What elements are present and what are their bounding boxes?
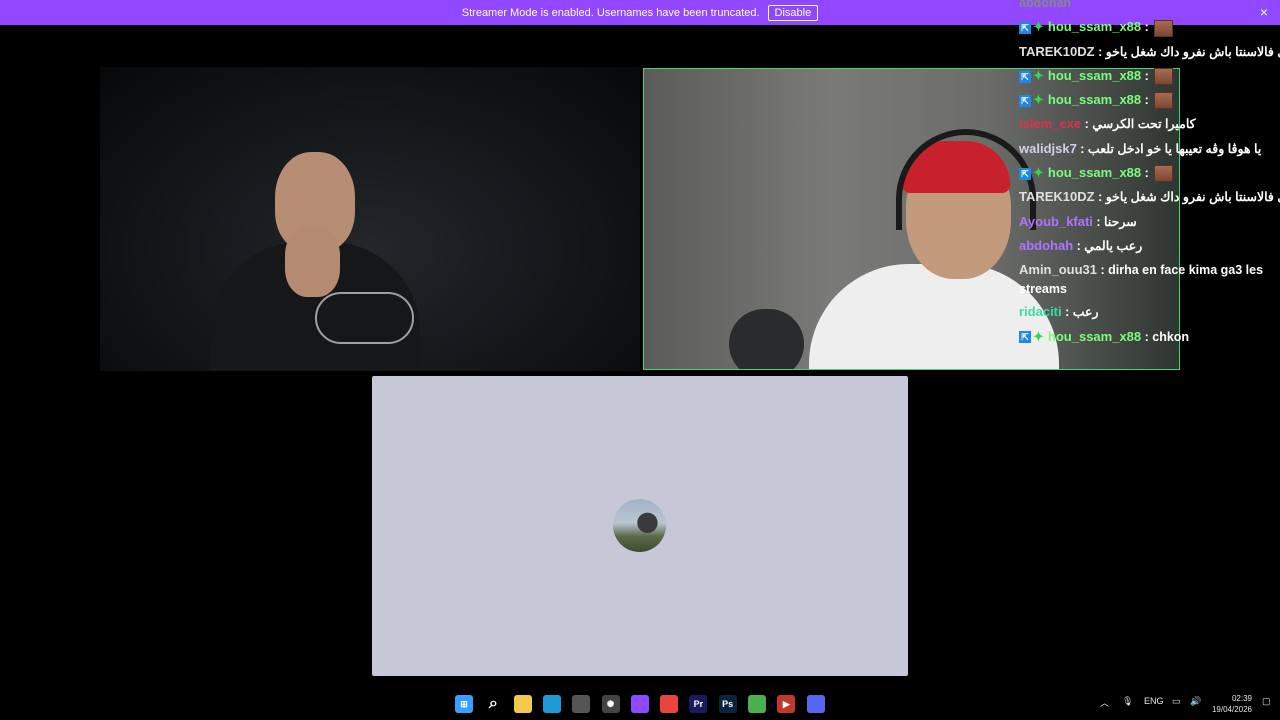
chat-username[interactable]: hou_ssam_x88 <box>1048 92 1141 107</box>
notifications-icon[interactable]: ▢ <box>1262 696 1271 707</box>
chat-username[interactable]: TAREK10DZ <box>1019 189 1095 204</box>
chat-emote <box>1154 68 1174 86</box>
chat-text: رعب <box>1072 305 1099 320</box>
chat-emote <box>1154 92 1174 110</box>
vip-badge-icon: ✦ <box>1033 67 1044 83</box>
chat-separator: : <box>1141 166 1153 181</box>
chat-username[interactable]: hou_ssam_x88 <box>1048 329 1141 344</box>
chat-username[interactable]: ridaciti <box>1019 304 1062 319</box>
chat-message: ⇱ ✦ hou_ssam_x88 : <box>1019 64 1279 88</box>
tray-chevron-icon[interactable]: ︿ <box>1100 696 1109 709</box>
subscriber-badge-icon: ⇱ <box>1019 331 1031 344</box>
chat-username[interactable]: walidjsk7 <box>1019 141 1077 156</box>
chat-separator: : <box>1076 141 1088 156</box>
chat-username[interactable]: islem_exe <box>1019 116 1081 131</box>
chat-separator: : <box>1097 263 1109 278</box>
chat-separator: : <box>1141 329 1153 344</box>
chat-message: ⇱ ✦ hou_ssam_x88 : <box>1019 15 1279 39</box>
twitch-icon[interactable] <box>630 695 649 713</box>
chat-message: walidjsk7 : يا هوڨا وڨه تعيبها يا خو ادخ… <box>1019 137 1279 161</box>
subscriber-badge-icon: ⇱ <box>1019 94 1031 107</box>
chat-username[interactable]: abdohah <box>1019 238 1073 253</box>
chat-text: chkon <box>1152 329 1190 344</box>
chat-text: اكسيبيتي فالاسنتا باش نفرو داك شغل ياخو <box>1105 190 1280 205</box>
chat-text: رعب يالمي <box>1084 238 1143 253</box>
streamer-mode-text: Streamer Mode is enabled. Usernames have… <box>461 6 760 19</box>
chat-overlay: abdohah ⇱✦hou_ssam_x88 : TAREK10DZ : اكس… <box>1019 0 1280 349</box>
chatgpt-icon[interactable]: ✺ <box>601 695 620 713</box>
chat-message: islem_exe : كاميرا تحت الكرسي <box>1019 112 1279 136</box>
vip-badge-icon: ✦ <box>1033 19 1044 35</box>
chat-text: اكسيبيتي فالاسنتا باش نفرو داك شغل ياخو <box>1105 44 1280 59</box>
subscriber-badge-icon: ⇱ <box>1019 22 1031 34</box>
chat-separator: : <box>1073 238 1085 253</box>
headset <box>896 129 1036 230</box>
chat-text: كاميرا تحت الكرسي <box>1092 117 1196 132</box>
clock-date: 19/04/2026 <box>1211 705 1252 714</box>
chat-username[interactable]: Amin_ouu31 <box>1019 262 1097 277</box>
store-icon[interactable] <box>572 695 591 713</box>
taskbar: ︿ 🎙 ENG ▭ 🔊 02:39 19/04/2026 ▢ ⊞ ⌕ ✺ Pr Ps ▶ <box>0 688 1280 720</box>
subscriber-badge-icon: ⇱ <box>1019 167 1031 180</box>
video-tile-camera-off[interactable] <box>372 376 908 676</box>
chat-separator: : <box>1141 93 1153 108</box>
vip-badge-icon: ✦ <box>1033 92 1044 108</box>
chat-text: سرحنا <box>1104 214 1137 229</box>
microphone-icon[interactable]: 🎙 <box>1122 696 1133 707</box>
chat-message: TAREK10DZ : اكسيبيتي فالاسنتا باش نفرو د… <box>1019 40 1280 64</box>
chat-message: ⇱ ✦ hou_ssam_x88 : <box>1019 161 1279 185</box>
disable-streamer-mode-button[interactable]: Disable <box>767 4 819 21</box>
vip-badge-icon: ✦ <box>1033 165 1044 181</box>
chat-username[interactable]: hou_ssam_x88 <box>1048 19 1141 34</box>
chat-username[interactable]: hou_ssam_x88 <box>1048 68 1141 83</box>
chat-message: ⇱ ✦ hou_ssam_x88 : <box>1019 88 1279 112</box>
premiere-pro-icon[interactable]: Pr <box>689 695 708 713</box>
chat-separator: : <box>1061 305 1073 320</box>
chat-username[interactable]: hou_ssam_x88 <box>1048 165 1141 180</box>
chrome-icon[interactable] <box>660 695 679 713</box>
chat-message: abdohah : رعب يالمي <box>1019 234 1279 258</box>
language-indicator[interactable]: ENG <box>1144 696 1164 706</box>
windows-start-icon[interactable]: ⊞ <box>455 695 473 713</box>
microphone <box>729 309 804 369</box>
network-icon[interactable]: ▭ <box>1172 696 1181 707</box>
chat-username[interactable]: TAREK10DZ <box>1019 44 1095 59</box>
chat-emote <box>1154 19 1174 37</box>
photoshop-icon[interactable]: Ps <box>718 695 737 713</box>
video-tile-left[interactable] <box>100 67 640 371</box>
chat-separator: : <box>1141 68 1153 83</box>
chat-partial-line: abdohah <box>1019 0 1072 10</box>
chat-separator: : <box>1141 20 1153 35</box>
chat-message: ⇱ ✦ hou_ssam_x88 : chkon <box>1019 325 1279 349</box>
discord-icon[interactable] <box>806 695 825 713</box>
chat-username[interactable]: Ayoub_kfati <box>1019 214 1093 229</box>
motorcycle-graphic <box>315 292 414 344</box>
chat-message: ridaciti : رعب <box>1019 300 1279 324</box>
chat-separator: : <box>1092 214 1105 229</box>
clock[interactable]: 02:39 19/04/2026 <box>1212 693 1252 715</box>
chat-separator: : <box>1094 44 1106 59</box>
chat-separator: : <box>1094 190 1106 205</box>
chat-message: Amin_ouu31 : dirha en face kima ga3 les … <box>1019 260 1279 299</box>
search-icon[interactable]: ⌕ <box>484 695 502 713</box>
media-player-icon[interactable]: ▶ <box>777 695 796 713</box>
file-explorer-icon[interactable] <box>513 695 532 713</box>
edge-browser-icon[interactable] <box>542 695 561 713</box>
utorrent-icon[interactable] <box>748 695 766 713</box>
chat-text: يا هوڨا وڨه تعيبها يا خو ادخل تلعب <box>1087 141 1262 156</box>
chat-emote <box>1154 165 1174 183</box>
volume-icon[interactable]: 🔊 <box>1190 696 1201 707</box>
vip-badge-icon: ✦ <box>1033 328 1044 344</box>
chat-message: TAREK10DZ : اكسيبيتي فالاسنتا باش نفرو د… <box>1019 185 1280 209</box>
chat-message: Ayoub_kfati : سرحنا <box>1019 210 1279 234</box>
subscriber-badge-icon: ⇱ <box>1019 70 1031 83</box>
clock-time: 02:39 <box>1231 694 1252 703</box>
chat-separator: : <box>1081 117 1093 132</box>
avatar <box>613 499 666 552</box>
participant-hand <box>285 227 340 297</box>
